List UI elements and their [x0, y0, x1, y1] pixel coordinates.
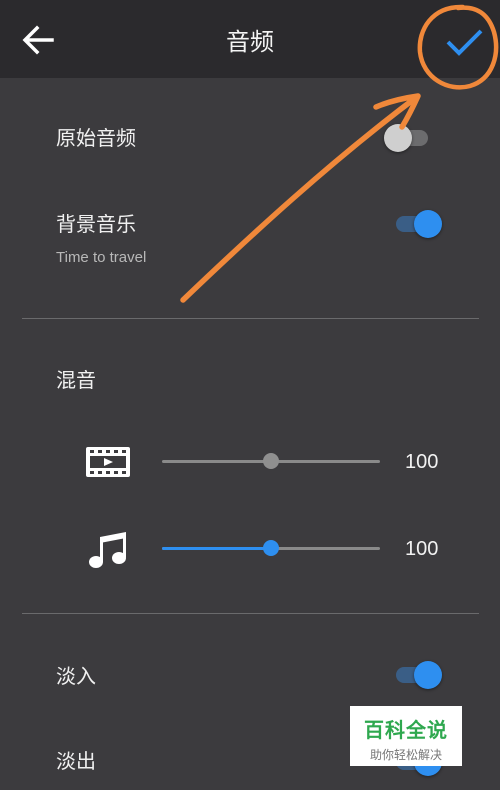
original-audio-toggle[interactable]: [384, 121, 440, 155]
page-title: 音频: [226, 28, 274, 56]
music-volume-value: 100: [405, 538, 439, 560]
divider: [22, 318, 479, 319]
checkmark-icon: [446, 29, 483, 56]
film-icon: [86, 447, 130, 477]
mix-section-title: 混音: [56, 368, 96, 392]
watermark-title: 百科全说: [364, 718, 448, 742]
background-music-label: 背景音乐: [56, 212, 136, 236]
video-volume-slider[interactable]: [162, 451, 380, 471]
toggle-knob: [414, 210, 442, 238]
confirm-button[interactable]: [440, 22, 488, 62]
divider: [22, 613, 479, 614]
fade-out-label: 淡出: [56, 749, 96, 773]
music-note-icon: [89, 532, 126, 568]
slider-fill: [162, 460, 271, 463]
background-music-track-name[interactable]: Time to travel: [56, 249, 146, 266]
watermark-badge: 百科全说 助你轻松解决: [350, 706, 462, 766]
video-volume-value: 100: [405, 451, 439, 473]
music-volume-slider[interactable]: [162, 538, 380, 558]
annotation-arrow: [180, 93, 421, 303]
toggle-knob: [384, 124, 412, 152]
background-music-toggle[interactable]: [396, 207, 446, 241]
slider-thumb[interactable]: [263, 453, 279, 469]
slider-thumb[interactable]: [263, 540, 279, 556]
slider-fill: [162, 547, 271, 550]
fade-in-toggle[interactable]: [396, 658, 446, 692]
fade-in-label: 淡入: [56, 664, 96, 688]
app-toolbar: 音频: [0, 0, 500, 78]
original-audio-label: 原始音频: [56, 126, 136, 150]
toggle-knob: [414, 661, 442, 689]
watermark-subtitle: 助你轻松解决: [369, 748, 442, 762]
